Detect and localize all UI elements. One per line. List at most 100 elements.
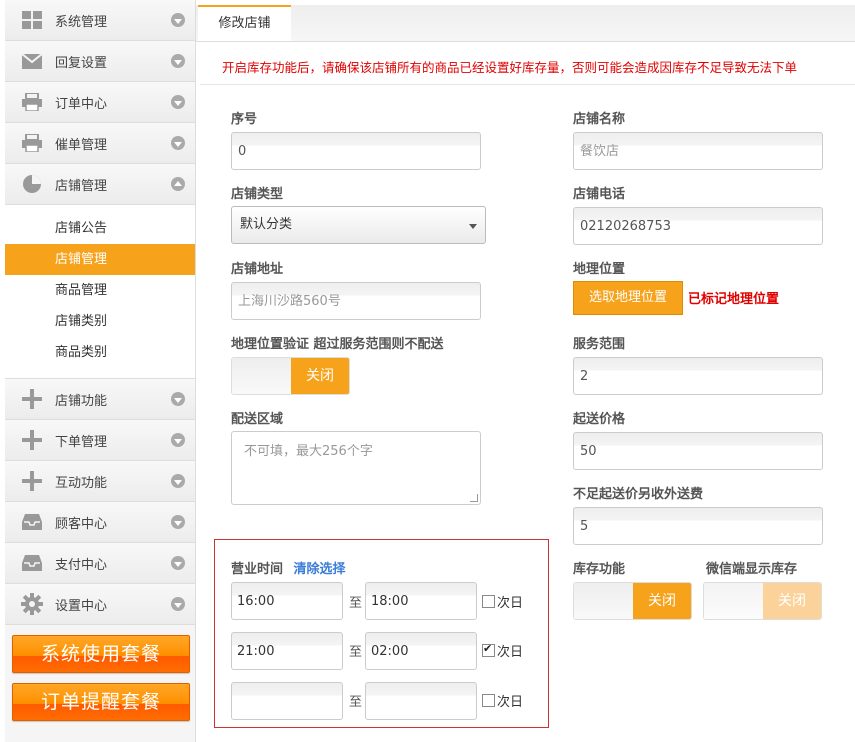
checkbox-box [482,595,495,608]
system-package-button[interactable]: 系统使用套餐 [12,635,190,673]
chevron-down-icon [171,136,185,150]
submenu-item-product-category[interactable]: 商品类别 [5,337,195,368]
next-day-checkbox-3[interactable]: 次日 [482,691,523,710]
store-phone-label: 店铺电话 [573,187,626,202]
store-address-input[interactable]: 上海川沙路560号 [231,282,481,320]
sidebar: 系统管理 回复设置 订单中心 催单管理 店铺管理 店铺公告 店铺管理 商品管理 [5,0,196,742]
tab-bar: 修改店铺 [196,5,855,42]
sidebar-item-reminder[interactable]: 催单管理 [5,123,195,164]
chevron-down-icon [171,95,185,109]
gear-icon [21,593,43,615]
store-type-select[interactable]: 默认分类 [231,206,486,244]
next-day-checkbox-1[interactable]: 次日 [482,592,523,611]
sidebar-item-label: 订单中心 [55,96,108,112]
seq-label: 序号 [231,112,258,127]
inbox-icon [21,553,43,573]
min-price-input[interactable]: 50 [573,432,823,470]
inbox-icon [21,512,43,532]
seq-input[interactable]: 0 [231,132,481,170]
chevron-down-icon [171,597,185,611]
toggle-knob: 关闭 [633,583,691,619]
toggle-knob: 关闭 [291,358,349,394]
geo-verify-toggle[interactable]: 关闭 [231,357,350,395]
hours-to-1: 至 [349,596,363,611]
hours-start-3[interactable] [231,682,343,720]
order-alert-package-button[interactable]: 订单提醒套餐 [12,683,190,721]
store-name-input[interactable]: 餐饮店 [573,132,823,170]
stock-toggle[interactable]: 关闭 [573,582,692,620]
hours-to-3: 至 [349,695,363,710]
hours-to-2: 至 [349,645,363,660]
delivery-area-placeholder: 不可填，最大256个字 [244,444,373,459]
next-day-checkbox-2[interactable]: 次日 [482,641,523,660]
sidebar-item-label: 店铺管理 [55,178,108,194]
sidebar-item-label: 店铺功能 [55,393,108,409]
submenu-item-store-manage[interactable]: 店铺管理 [5,244,195,275]
sidebar-item-label: 顾客中心 [55,516,108,532]
min-price-label: 起送价格 [573,412,626,427]
hours-start-2[interactable]: 21:00 [231,632,343,670]
sidebar-item-store[interactable]: 店铺管理 [5,164,195,205]
extra-fee-input[interactable]: 5 [573,507,823,545]
business-hours-title: 营业时间 [231,562,284,577]
chevron-down-icon [171,13,185,27]
tab-edit-store[interactable]: 修改店铺 [198,5,291,41]
sidebar-item-reply[interactable]: 回复设置 [5,41,195,82]
service-range-input[interactable]: 2 [573,357,823,395]
sidebar-item-label: 回复设置 [55,55,108,71]
printer-icon [21,133,43,153]
hours-end-1[interactable]: 18:00 [365,582,477,620]
delivery-area-textarea[interactable]: 不可填，最大256个字 [231,431,481,505]
chevron-down-icon [171,474,185,488]
sidebar-item-system[interactable]: 系统管理 [5,0,195,41]
chevron-down-icon [171,433,185,447]
submenu-item-store-category[interactable]: 店铺类别 [5,306,195,337]
sidebar-item-settings[interactable]: 设置中心 [5,584,195,625]
sidebar-item-payment[interactable]: 支付中心 [5,543,195,584]
geo-verify-label: 地理位置验证 超过服务范围则不配送 [231,337,444,352]
store-type-label: 店铺类型 [231,187,284,202]
plus-icon [21,430,43,450]
next-day-label: 次日 [497,695,524,710]
extra-fee-label: 不足起送价另收外送费 [573,487,704,502]
store-submenu: 店铺公告 店铺管理 商品管理 店铺类别 商品类别 [5,205,195,378]
sidebar-item-store-features[interactable]: 店铺功能 [5,378,195,420]
grid-icon [21,10,43,30]
sidebar-item-label: 支付中心 [55,557,108,573]
geo-status-text: 已标记地理位置 [688,292,780,307]
toggle-track [574,583,633,619]
sidebar-item-customers[interactable]: 顾客中心 [5,502,195,543]
geo-location-label: 地理位置 [573,262,626,277]
next-day-label: 次日 [497,596,524,611]
toggle-track [704,583,763,619]
submenu-item-products[interactable]: 商品管理 [5,275,195,306]
checkbox-box [482,694,495,707]
sidebar-item-label: 催单管理 [55,137,108,153]
sidebar-item-label: 下单管理 [55,434,108,450]
store-address-label: 店铺地址 [231,262,284,277]
plus-icon [21,389,43,409]
delivery-area-label: 配送区域 [231,412,284,427]
clear-selection-link[interactable]: 清除选择 [294,562,346,577]
sidebar-item-orders[interactable]: 订单中心 [5,82,195,123]
wx-stock-label: 微信端显示库存 [706,562,798,577]
business-hours-label: 营业时间 清除选择 [231,558,346,577]
sidebar-item-label: 系统管理 [55,14,108,30]
wx-stock-toggle[interactable]: 关闭 [703,582,822,620]
store-phone-input[interactable]: 02120268753 [573,207,823,245]
hours-end-2[interactable]: 02:00 [365,632,477,670]
stock-notice: 开启库存功能后，请确保该店铺所有的商品已经设置好库存量，否则可能会造成因库存不足… [222,60,798,75]
mail-icon [21,51,43,71]
submenu-item-announcement[interactable]: 店铺公告 [5,213,195,244]
chevron-down-icon [171,54,185,68]
chevron-down-icon [171,392,185,406]
hours-end-3[interactable] [365,682,477,720]
sidebar-item-order-manage[interactable]: 下单管理 [5,420,195,461]
chevron-down-icon [171,515,185,529]
pick-location-button[interactable]: 选取地理位置 [573,281,683,315]
store-name-label: 店铺名称 [573,112,626,127]
sidebar-item-interaction[interactable]: 互动功能 [5,461,195,502]
next-day-label: 次日 [497,645,524,660]
hours-start-1[interactable]: 16:00 [231,582,343,620]
service-range-label: 服务范围 [573,337,626,352]
